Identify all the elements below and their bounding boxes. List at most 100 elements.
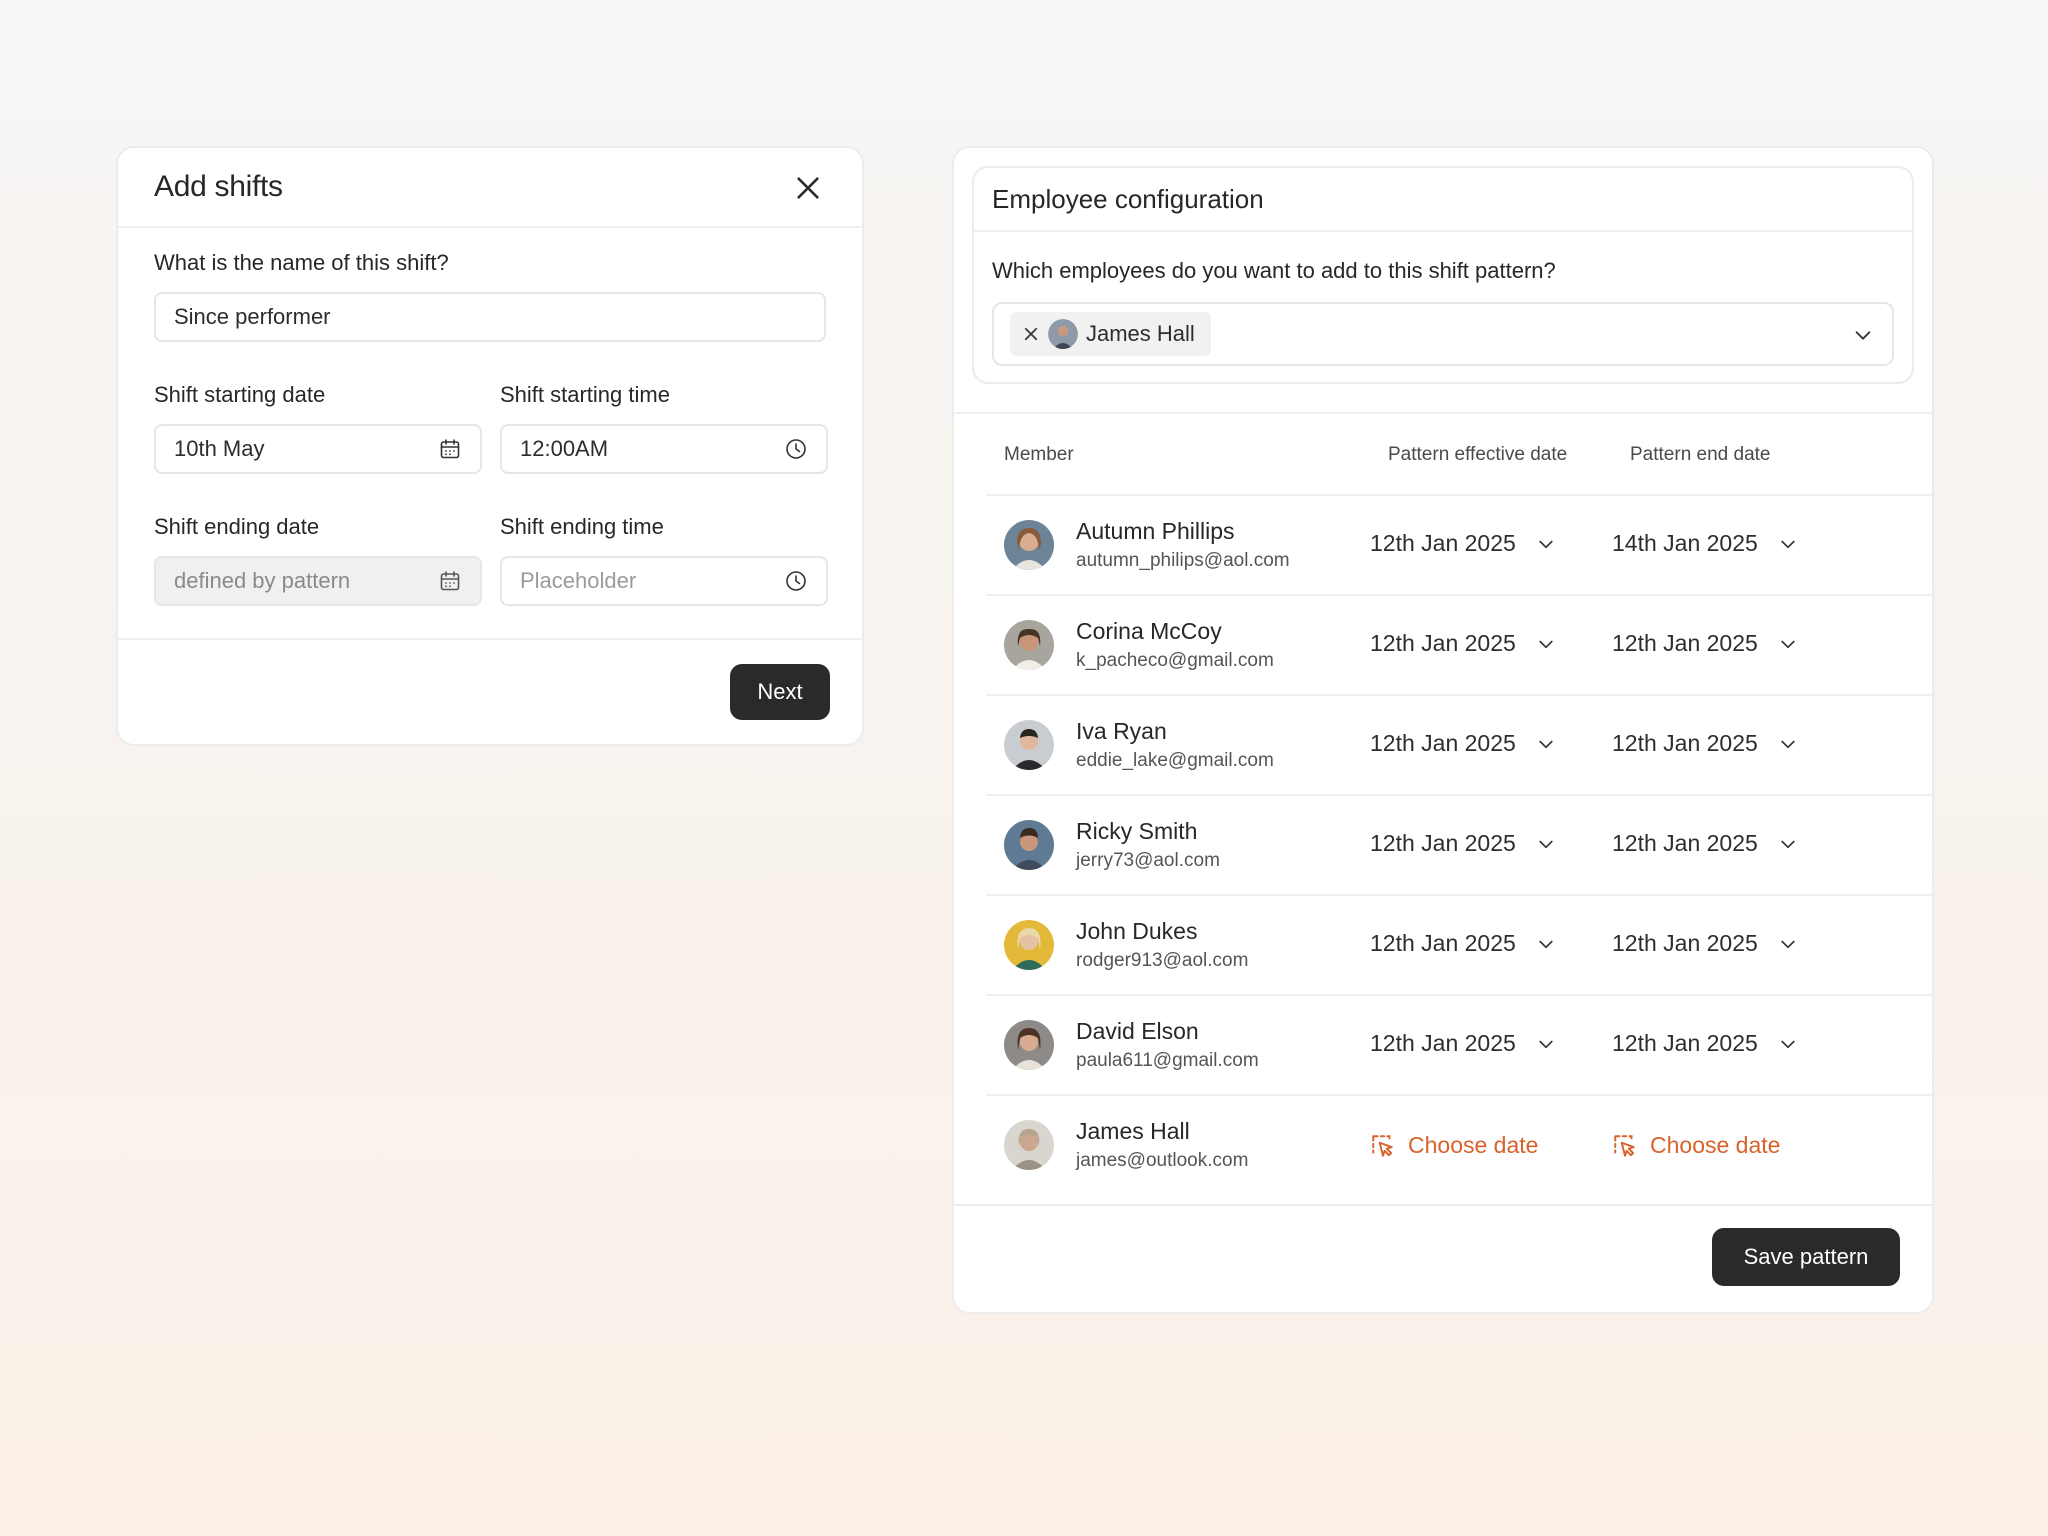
remove-chip-icon[interactable]: [1022, 325, 1040, 343]
member-name: Ricky Smith: [1076, 818, 1198, 844]
choose-date-label: Choose date: [1408, 1132, 1539, 1158]
chevron-down-icon: [1781, 1040, 1795, 1048]
save-pattern-button[interactable]: Save pattern: [1712, 1228, 1900, 1286]
chevron-down-icon: [1781, 540, 1795, 548]
chevron-down-icon: [1539, 540, 1553, 548]
avatar: [1004, 920, 1054, 970]
table-row: Autumn Phillips autumn_philips@aol.com 1…: [986, 494, 1932, 594]
employee-multiselect[interactable]: James Hall: [992, 302, 1894, 366]
start-time-label: Shift starting time: [500, 382, 670, 407]
effective-date-dropdown[interactable]: 12th Jan 2025: [1370, 930, 1556, 957]
member-name: David Elson: [1076, 1018, 1199, 1044]
effective-date-dropdown[interactable]: 12th Jan 2025: [1370, 830, 1556, 857]
start-time-input[interactable]: 12:00AM: [500, 424, 828, 474]
end-date-dropdown[interactable]: 12th Jan 2025: [1612, 630, 1798, 657]
end-date-value: 12th Jan 2025: [1612, 630, 1758, 656]
chevron-down-icon: [1781, 740, 1795, 748]
table-row: Iva Ryan eddie_lake@gmail.com 12th Jan 2…: [986, 694, 1932, 794]
effective-date-value: 12th Jan 2025: [1370, 530, 1516, 556]
end-date-dropdown[interactable]: 12th Jan 2025: [1612, 1030, 1798, 1057]
dialog-title: Add shifts: [154, 170, 283, 203]
effective-date-dropdown[interactable]: 12th Jan 2025: [1370, 530, 1556, 557]
avatar: [1004, 620, 1054, 670]
employee-question: Which employees do you want to add to th…: [992, 258, 1556, 283]
start-date-input[interactable]: 10th May: [154, 424, 482, 474]
effective-date-value: 12th Jan 2025: [1370, 730, 1516, 756]
next-button[interactable]: Next: [730, 664, 830, 720]
effective-date-dropdown[interactable]: 12th Jan 2025: [1370, 730, 1556, 757]
choose-effective-date-button[interactable]: Choose date: [1370, 1132, 1538, 1159]
member-name: Autumn Phillips: [1076, 518, 1235, 544]
calendar-icon: [440, 571, 460, 591]
employee-configuration-panel: Employee configuration Which employees d…: [952, 146, 1934, 1314]
member-email: rodger913@aol.com: [1076, 950, 1249, 971]
start-date-value: 10th May: [174, 436, 265, 461]
column-effective-date: Pattern effective date: [1388, 444, 1568, 465]
effective-date-value: 12th Jan 2025: [1370, 1030, 1516, 1056]
end-date-value: 12th Jan 2025: [1612, 930, 1758, 956]
avatar: [1004, 520, 1054, 570]
shift-name-input[interactable]: Since performer: [154, 292, 826, 342]
panel-footer: Save pattern: [954, 1204, 1932, 1312]
selected-employee-chip: James Hall: [1010, 312, 1211, 356]
add-shifts-dialog: Add shifts What is the name of this shif…: [116, 146, 864, 746]
calendar-icon: [440, 439, 460, 459]
member-email: jerry73@aol.com: [1076, 850, 1220, 871]
effective-date-value: 12th Jan 2025: [1370, 630, 1516, 656]
table-row: David Elson paula611@gmail.com 12th Jan …: [986, 994, 1932, 1094]
avatar: [1004, 1020, 1054, 1070]
member-name: Iva Ryan: [1076, 718, 1167, 744]
section-header: Employee configuration: [974, 168, 1912, 232]
choose-end-date-button[interactable]: Choose date: [1612, 1132, 1780, 1159]
effective-date-value: 12th Jan 2025: [1370, 930, 1516, 956]
member-name: Corina McCoy: [1076, 618, 1222, 644]
avatar: [1004, 1120, 1054, 1170]
chevron-down-icon: [1781, 940, 1795, 948]
section-title: Employee configuration: [992, 184, 1264, 214]
chevron-down-icon: [1855, 331, 1871, 340]
select-cursor-icon: [1372, 1134, 1393, 1157]
end-date-label: Shift ending date: [154, 514, 320, 539]
start-date-label: Shift starting date: [154, 382, 326, 407]
effective-date-dropdown[interactable]: 12th Jan 2025: [1370, 630, 1556, 657]
end-date-value: 12th Jan 2025: [1612, 830, 1758, 856]
choose-date-label: Choose date: [1650, 1132, 1781, 1158]
end-date-value: 12th Jan 2025: [1612, 730, 1758, 756]
table-row: James Hall james@outlook.com Choose date…: [986, 1094, 1932, 1194]
table-row: John Dukes rodger913@aol.com 12th Jan 20…: [986, 894, 1932, 994]
chip-label: James Hall: [1086, 321, 1195, 346]
end-date-dropdown[interactable]: 12th Jan 2025: [1612, 930, 1798, 957]
end-date-dropdown[interactable]: 12th Jan 2025: [1612, 730, 1798, 757]
dialog-header: Add shifts: [118, 148, 862, 228]
avatar: [1004, 820, 1054, 870]
chevron-down-icon: [1539, 740, 1553, 748]
end-date-value: 12th Jan 2025: [1612, 1030, 1758, 1056]
end-date-input: defined by pattern: [154, 556, 482, 606]
avatar: [1048, 319, 1078, 349]
chevron-down-icon: [1539, 640, 1553, 648]
end-date-dropdown[interactable]: 14th Jan 2025: [1612, 530, 1798, 557]
start-time-value: 12:00AM: [520, 436, 609, 461]
clock-icon: [786, 571, 806, 591]
end-time-label: Shift ending time: [500, 514, 664, 539]
select-cursor-icon: [1614, 1134, 1635, 1157]
effective-date-dropdown[interactable]: 12th Jan 2025: [1370, 1030, 1556, 1057]
employee-selector-section: Employee configuration Which employees d…: [972, 166, 1914, 384]
shift-name-value: Since performer: [174, 304, 331, 329]
member-email: k_pacheco@gmail.com: [1076, 650, 1274, 671]
close-icon[interactable]: [794, 174, 822, 202]
member-email: james@outlook.com: [1076, 1150, 1249, 1171]
column-end-date: Pattern end date: [1630, 444, 1771, 465]
avatar: [1004, 720, 1054, 770]
table-header: Member Pattern effective date Pattern en…: [954, 414, 1932, 496]
shift-name-label: What is the name of this shift?: [154, 250, 449, 275]
end-date-dropdown[interactable]: 12th Jan 2025: [1612, 830, 1798, 857]
end-time-placeholder: Placeholder: [520, 568, 637, 593]
member-name: James Hall: [1076, 1118, 1190, 1144]
chevron-down-icon: [1539, 840, 1553, 848]
chevron-down-icon: [1781, 640, 1795, 648]
member-email: eddie_lake@gmail.com: [1076, 750, 1274, 771]
end-date-value: defined by pattern: [174, 568, 351, 593]
column-member: Member: [1004, 444, 1074, 465]
end-time-input[interactable]: Placeholder: [500, 556, 828, 606]
